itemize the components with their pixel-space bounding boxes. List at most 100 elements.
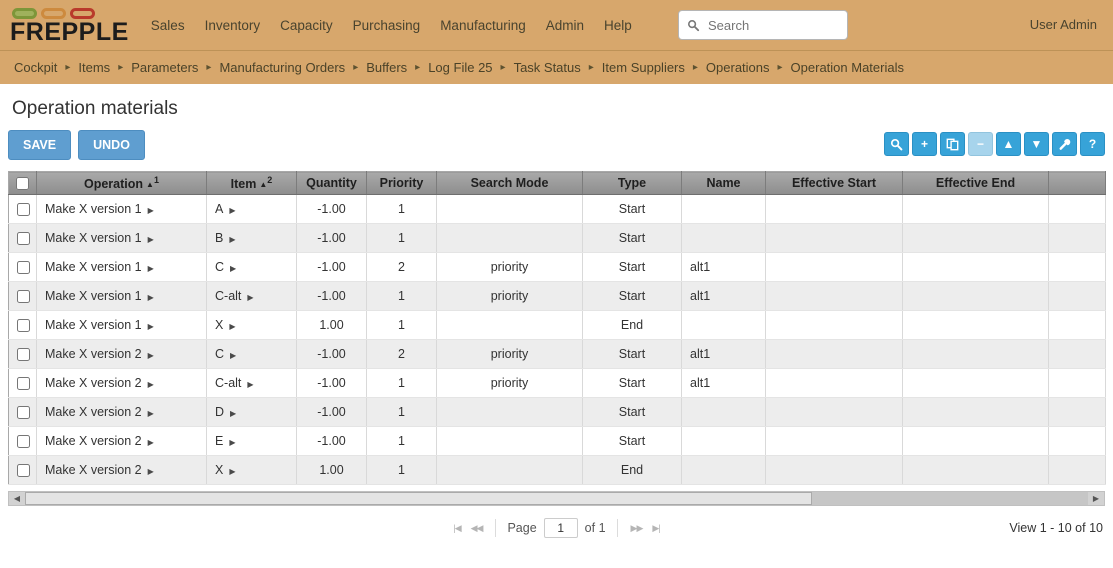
cell-effective_start[interactable] bbox=[765, 310, 903, 340]
move-up-button[interactable]: ▲ bbox=[996, 132, 1021, 156]
breadcrumb-item[interactable]: Items bbox=[76, 60, 112, 75]
cell-extra[interactable] bbox=[1048, 426, 1106, 456]
cell-type[interactable]: Start bbox=[582, 194, 682, 224]
cell-search_mode[interactable]: priority bbox=[436, 281, 583, 311]
cell-search_mode[interactable]: priority bbox=[436, 252, 583, 282]
cell-extra[interactable] bbox=[1048, 339, 1106, 369]
cell-extra[interactable] bbox=[1048, 368, 1106, 398]
column-header-operation[interactable]: Operation ▲1 bbox=[36, 171, 207, 195]
cell-search_mode[interactable] bbox=[436, 194, 583, 224]
cell-quantity[interactable]: 1.00 bbox=[296, 310, 367, 340]
cell-item[interactable]: A ▶ bbox=[206, 194, 297, 224]
cell-item[interactable]: X ▶ bbox=[206, 310, 297, 340]
cell-operation[interactable]: Make X version 2 ▶ bbox=[36, 426, 207, 456]
drilldown-icon[interactable]: ▶ bbox=[148, 409, 154, 418]
cell-select[interactable] bbox=[8, 194, 37, 224]
breadcrumb-item[interactable]: Parameters bbox=[129, 60, 200, 75]
cell-name[interactable] bbox=[681, 223, 766, 253]
drilldown-icon[interactable]: ▶ bbox=[148, 351, 154, 360]
cell-priority[interactable]: 1 bbox=[366, 194, 437, 224]
column-header-name[interactable]: Name bbox=[681, 171, 766, 195]
cell-operation[interactable]: Make X version 1 ▶ bbox=[36, 252, 207, 282]
column-header-effective_start[interactable]: Effective Start bbox=[765, 171, 903, 195]
cell-type[interactable]: Start bbox=[582, 426, 682, 456]
cell-operation[interactable]: Make X version 1 ▶ bbox=[36, 194, 207, 224]
column-header-search_mode[interactable]: Search Mode bbox=[436, 171, 583, 195]
cell-operation[interactable]: Make X version 2 ▶ bbox=[36, 455, 207, 485]
cell-priority[interactable]: 2 bbox=[366, 252, 437, 282]
cell-priority[interactable]: 1 bbox=[366, 368, 437, 398]
pager-last-button[interactable]: ▶| bbox=[652, 523, 660, 534]
cell-effective_end[interactable] bbox=[902, 397, 1049, 427]
drilldown-icon[interactable]: ▶ bbox=[148, 322, 154, 331]
cell-select[interactable] bbox=[8, 426, 37, 456]
nav-item-help[interactable]: Help bbox=[594, 12, 642, 39]
cell-select[interactable] bbox=[8, 281, 37, 311]
cell-select[interactable] bbox=[8, 368, 37, 398]
breadcrumb-item[interactable]: Item Suppliers bbox=[600, 60, 687, 75]
cell-effective_start[interactable] bbox=[765, 455, 903, 485]
cell-search_mode[interactable] bbox=[436, 397, 583, 427]
drilldown-icon[interactable]: ▶ bbox=[229, 235, 235, 244]
drilldown-icon[interactable]: ▶ bbox=[247, 380, 253, 389]
logo[interactable]: FREPPLE bbox=[10, 6, 129, 45]
drilldown-icon[interactable]: ▶ bbox=[148, 206, 154, 215]
cell-extra[interactable] bbox=[1048, 310, 1106, 340]
cell-operation[interactable]: Make X version 1 ▶ bbox=[36, 310, 207, 340]
cell-search_mode[interactable]: priority bbox=[436, 339, 583, 369]
row-checkbox[interactable] bbox=[17, 232, 30, 246]
cell-priority[interactable]: 1 bbox=[366, 455, 437, 485]
cell-select[interactable] bbox=[8, 397, 37, 427]
cell-operation[interactable]: Make X version 2 ▶ bbox=[36, 397, 207, 427]
cell-extra[interactable] bbox=[1048, 281, 1106, 311]
customize-button[interactable] bbox=[1052, 132, 1077, 156]
cell-type[interactable]: End bbox=[582, 310, 682, 340]
cell-priority[interactable]: 1 bbox=[366, 223, 437, 253]
cell-quantity[interactable]: 1.00 bbox=[296, 455, 367, 485]
drilldown-icon[interactable]: ▶ bbox=[148, 380, 154, 389]
cell-effective_start[interactable] bbox=[765, 223, 903, 253]
page-number-input[interactable] bbox=[543, 518, 578, 538]
column-header-select[interactable] bbox=[8, 171, 37, 195]
cell-type[interactable]: Start bbox=[582, 281, 682, 311]
cell-name[interactable] bbox=[681, 397, 766, 427]
cell-type[interactable]: Start bbox=[582, 252, 682, 282]
drilldown-icon[interactable]: ▶ bbox=[247, 293, 253, 302]
column-header-type[interactable]: Type bbox=[582, 171, 682, 195]
cell-effective_end[interactable] bbox=[902, 455, 1049, 485]
cell-effective_start[interactable] bbox=[765, 368, 903, 398]
drilldown-icon[interactable]: ▶ bbox=[148, 293, 154, 302]
cell-quantity[interactable]: -1.00 bbox=[296, 368, 367, 398]
cell-name[interactable] bbox=[681, 455, 766, 485]
cell-effective_start[interactable] bbox=[765, 339, 903, 369]
row-checkbox[interactable] bbox=[17, 464, 30, 478]
cell-extra[interactable] bbox=[1048, 223, 1106, 253]
cell-priority[interactable]: 1 bbox=[366, 281, 437, 311]
cell-item[interactable]: C-alt ▶ bbox=[206, 281, 297, 311]
drilldown-icon[interactable]: ▶ bbox=[148, 235, 154, 244]
help-button[interactable]: ? bbox=[1080, 132, 1105, 156]
cell-quantity[interactable]: -1.00 bbox=[296, 223, 367, 253]
scroll-right-button[interactable]: ▶ bbox=[1088, 492, 1104, 505]
search-button[interactable] bbox=[884, 132, 909, 156]
row-checkbox[interactable] bbox=[17, 406, 30, 420]
remove-button[interactable]: − bbox=[968, 132, 993, 156]
cell-search_mode[interactable] bbox=[436, 455, 583, 485]
cell-quantity[interactable]: -1.00 bbox=[296, 194, 367, 224]
row-checkbox[interactable] bbox=[17, 435, 30, 449]
pager-prev-button[interactable]: ◀◀ bbox=[471, 523, 484, 534]
cell-priority[interactable]: 1 bbox=[366, 426, 437, 456]
cell-select[interactable] bbox=[8, 455, 37, 485]
drilldown-icon[interactable]: ▶ bbox=[148, 264, 154, 273]
cell-extra[interactable] bbox=[1048, 252, 1106, 282]
move-down-button[interactable]: ▼ bbox=[1024, 132, 1049, 156]
row-checkbox[interactable] bbox=[17, 377, 30, 391]
cell-name[interactable]: alt1 bbox=[681, 339, 766, 369]
row-checkbox[interactable] bbox=[17, 203, 30, 217]
cell-select[interactable] bbox=[8, 223, 37, 253]
breadcrumb-item[interactable]: Manufacturing Orders bbox=[217, 60, 347, 75]
cell-type[interactable]: End bbox=[582, 455, 682, 485]
cell-quantity[interactable]: -1.00 bbox=[296, 281, 367, 311]
select-all-checkbox[interactable] bbox=[16, 177, 29, 191]
drilldown-icon[interactable]: ▶ bbox=[148, 438, 154, 447]
